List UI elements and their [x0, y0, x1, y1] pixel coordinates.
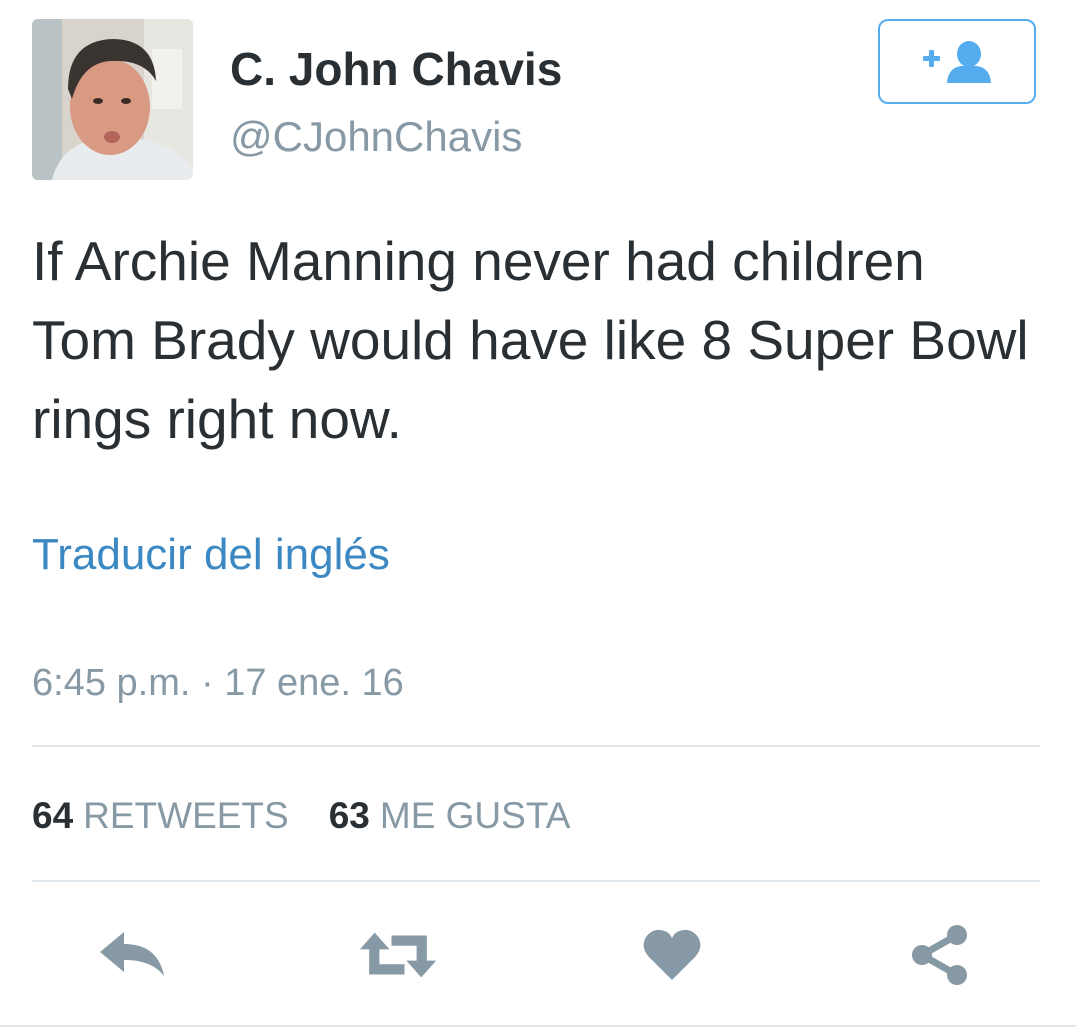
avatar-photo: [32, 19, 193, 180]
heart-icon: [643, 929, 701, 980]
retweets-label: RETWEETS: [83, 795, 289, 836]
follow-button[interactable]: [878, 19, 1036, 104]
divider: [32, 880, 1040, 882]
add-user-icon: [923, 40, 991, 83]
reply-button[interactable]: [92, 920, 172, 990]
tweet-text: If Archie Manning never had children Tom…: [32, 230, 1029, 450]
tweet-timestamp: 6:45 p.m. · 17 ene. 16: [32, 662, 404, 704]
divider: [32, 745, 1040, 747]
translate-link[interactable]: Traducir del inglés: [32, 530, 390, 580]
retweets-stat[interactable]: 64 RETWEETS: [32, 795, 289, 837]
author-display-name[interactable]: C. John Chavis: [230, 42, 562, 96]
share-icon: [912, 925, 967, 985]
tweet-stats: 64 RETWEETS 63 ME GUSTA: [32, 795, 570, 837]
likes-stat[interactable]: 63 ME GUSTA: [329, 795, 571, 837]
reply-icon: [100, 932, 164, 976]
like-button[interactable]: [632, 920, 712, 990]
author-screen-name[interactable]: @CJohnChavis: [230, 113, 522, 161]
likes-label: ME GUSTA: [379, 795, 571, 836]
divider: [0, 1025, 1076, 1027]
avatar[interactable]: [32, 19, 193, 180]
retweet-icon: [359, 932, 437, 978]
retweet-button[interactable]: [358, 920, 438, 990]
retweets-count: 64: [32, 795, 74, 836]
likes-count: 63: [328, 795, 370, 836]
share-button[interactable]: [900, 920, 980, 990]
